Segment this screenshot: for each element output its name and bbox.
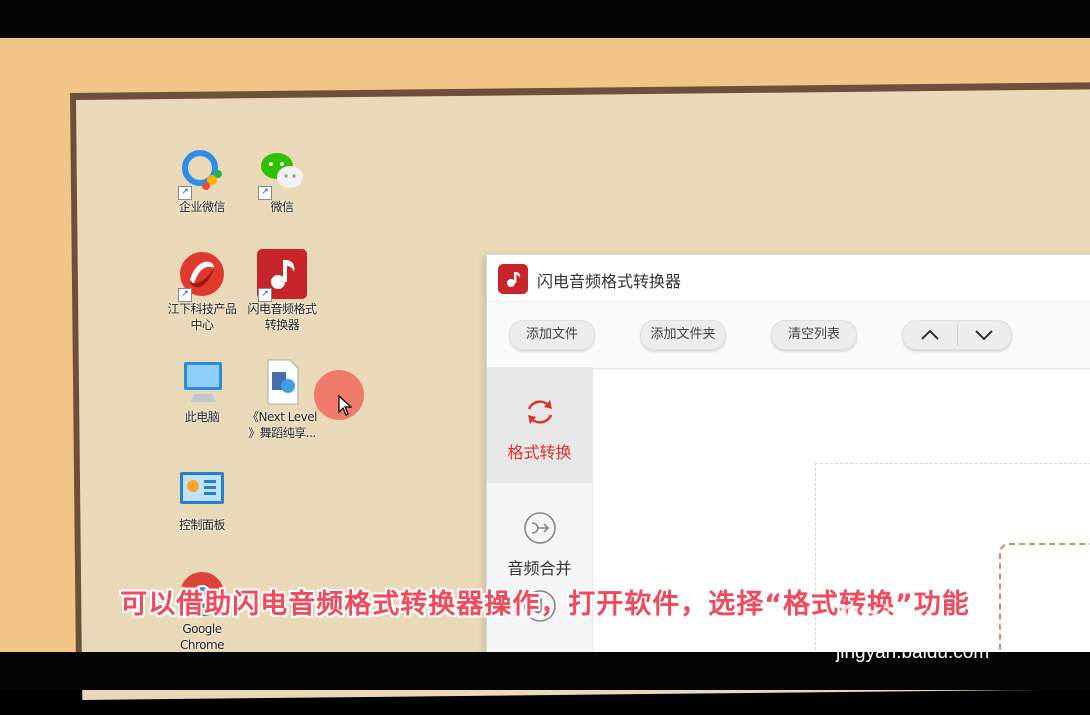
desktop-icon-label: Google Chrome (160, 621, 244, 653)
desktop-icon-label: 控制面板 (178, 518, 226, 532)
wechat-icon: ↗ (256, 146, 308, 200)
mouse-cursor-icon (338, 394, 354, 421)
shortcut-arrow-icon: ↗ (178, 186, 192, 200)
title-bar: 闪电音频格式转换器 (487, 255, 1090, 301)
jiangxia-icon: ↗ (176, 248, 228, 302)
desktop-icon-label: 企业微信 (178, 200, 226, 214)
music-note-icon: ↗ (256, 248, 308, 302)
shortcut-arrow-icon: ↗ (178, 288, 192, 302)
reorder-buttons (902, 320, 1012, 350)
computer-icon (176, 356, 228, 408)
label-line1: Google (182, 622, 222, 636)
sidebar-item-label: 格式转换 (507, 443, 572, 462)
clear-list-button[interactable]: 清空列表 (771, 320, 857, 350)
desktop-icon-wecom[interactable]: ↗ 企业微信 (160, 146, 244, 215)
app-title: 闪电音频格式转换器 (537, 272, 682, 291)
sidebar-item-label: 音频合并 (507, 559, 572, 578)
desktop-icon-label: 微信 (270, 200, 294, 214)
desktop-icon-shandian[interactable]: ↗ 闪电音频格式 转换器 (240, 248, 324, 333)
desktop-icon-label: 此电脑 (184, 410, 220, 424)
label-line1: 闪电音频格式 (247, 302, 317, 316)
move-down-button[interactable] (957, 321, 1011, 349)
desktop-icon-label: 江下科技产品 中心 (160, 301, 244, 333)
desktop-icon-jiangxia[interactable]: ↗ 江下科技产品 中心 (160, 248, 244, 333)
desktop-icon-label: 《Next Level 》舞蹈纯享... (240, 409, 324, 441)
add-file-button[interactable]: 添加文件 (509, 320, 595, 350)
desktop-icon-wechat[interactable]: ↗ 微信 (240, 146, 324, 215)
app-logo-icon (498, 264, 528, 294)
add-folder-button[interactable]: 添加文件夹 (640, 320, 726, 350)
wecom-icon: ↗ (176, 146, 228, 200)
shortcut-arrow-icon: ↗ (258, 186, 272, 200)
label-line2: Chrome (179, 638, 225, 652)
merge-arrow-icon (523, 511, 557, 545)
chevron-down-icon (975, 330, 993, 341)
sidebar-item-format-convert[interactable]: 格式转换 (487, 367, 592, 483)
baidu-watermark-sub: 经验 (968, 614, 1013, 639)
desktop-icon-audio-file[interactable]: 《Next Level 》舞蹈纯享... (240, 356, 324, 441)
label-line2: 中心 (190, 318, 214, 332)
label-line1: 江下科技产品 (167, 302, 237, 316)
label-line2: 转换器 (264, 318, 300, 332)
desktop-icon-control-panel[interactable]: 控制面板 (160, 464, 244, 533)
move-up-button[interactable] (903, 321, 957, 349)
watermark-url: jingyan.baidu.com (836, 642, 990, 663)
desktop-icon-this-pc[interactable]: 此电脑 (160, 356, 244, 425)
label-line2: 》舞蹈纯享... (248, 426, 316, 440)
toolbar: 添加文件 添加文件夹 清空列表 (487, 301, 1090, 369)
refresh-icon (523, 395, 557, 429)
chevron-up-icon (921, 329, 939, 340)
label-line1: 《Next Level (247, 410, 317, 424)
audio-file-icon (256, 356, 308, 408)
desktop-icon-label: 闪电音频格式 转换器 (240, 301, 324, 333)
letterbox-top (0, 0, 1090, 38)
shortcut-arrow-icon: ↗ (258, 288, 272, 302)
control-panel-icon (176, 464, 228, 516)
baidu-watermark-logo: Baidu (838, 600, 935, 635)
sidebar: 格式转换 音频合并 (487, 367, 593, 677)
